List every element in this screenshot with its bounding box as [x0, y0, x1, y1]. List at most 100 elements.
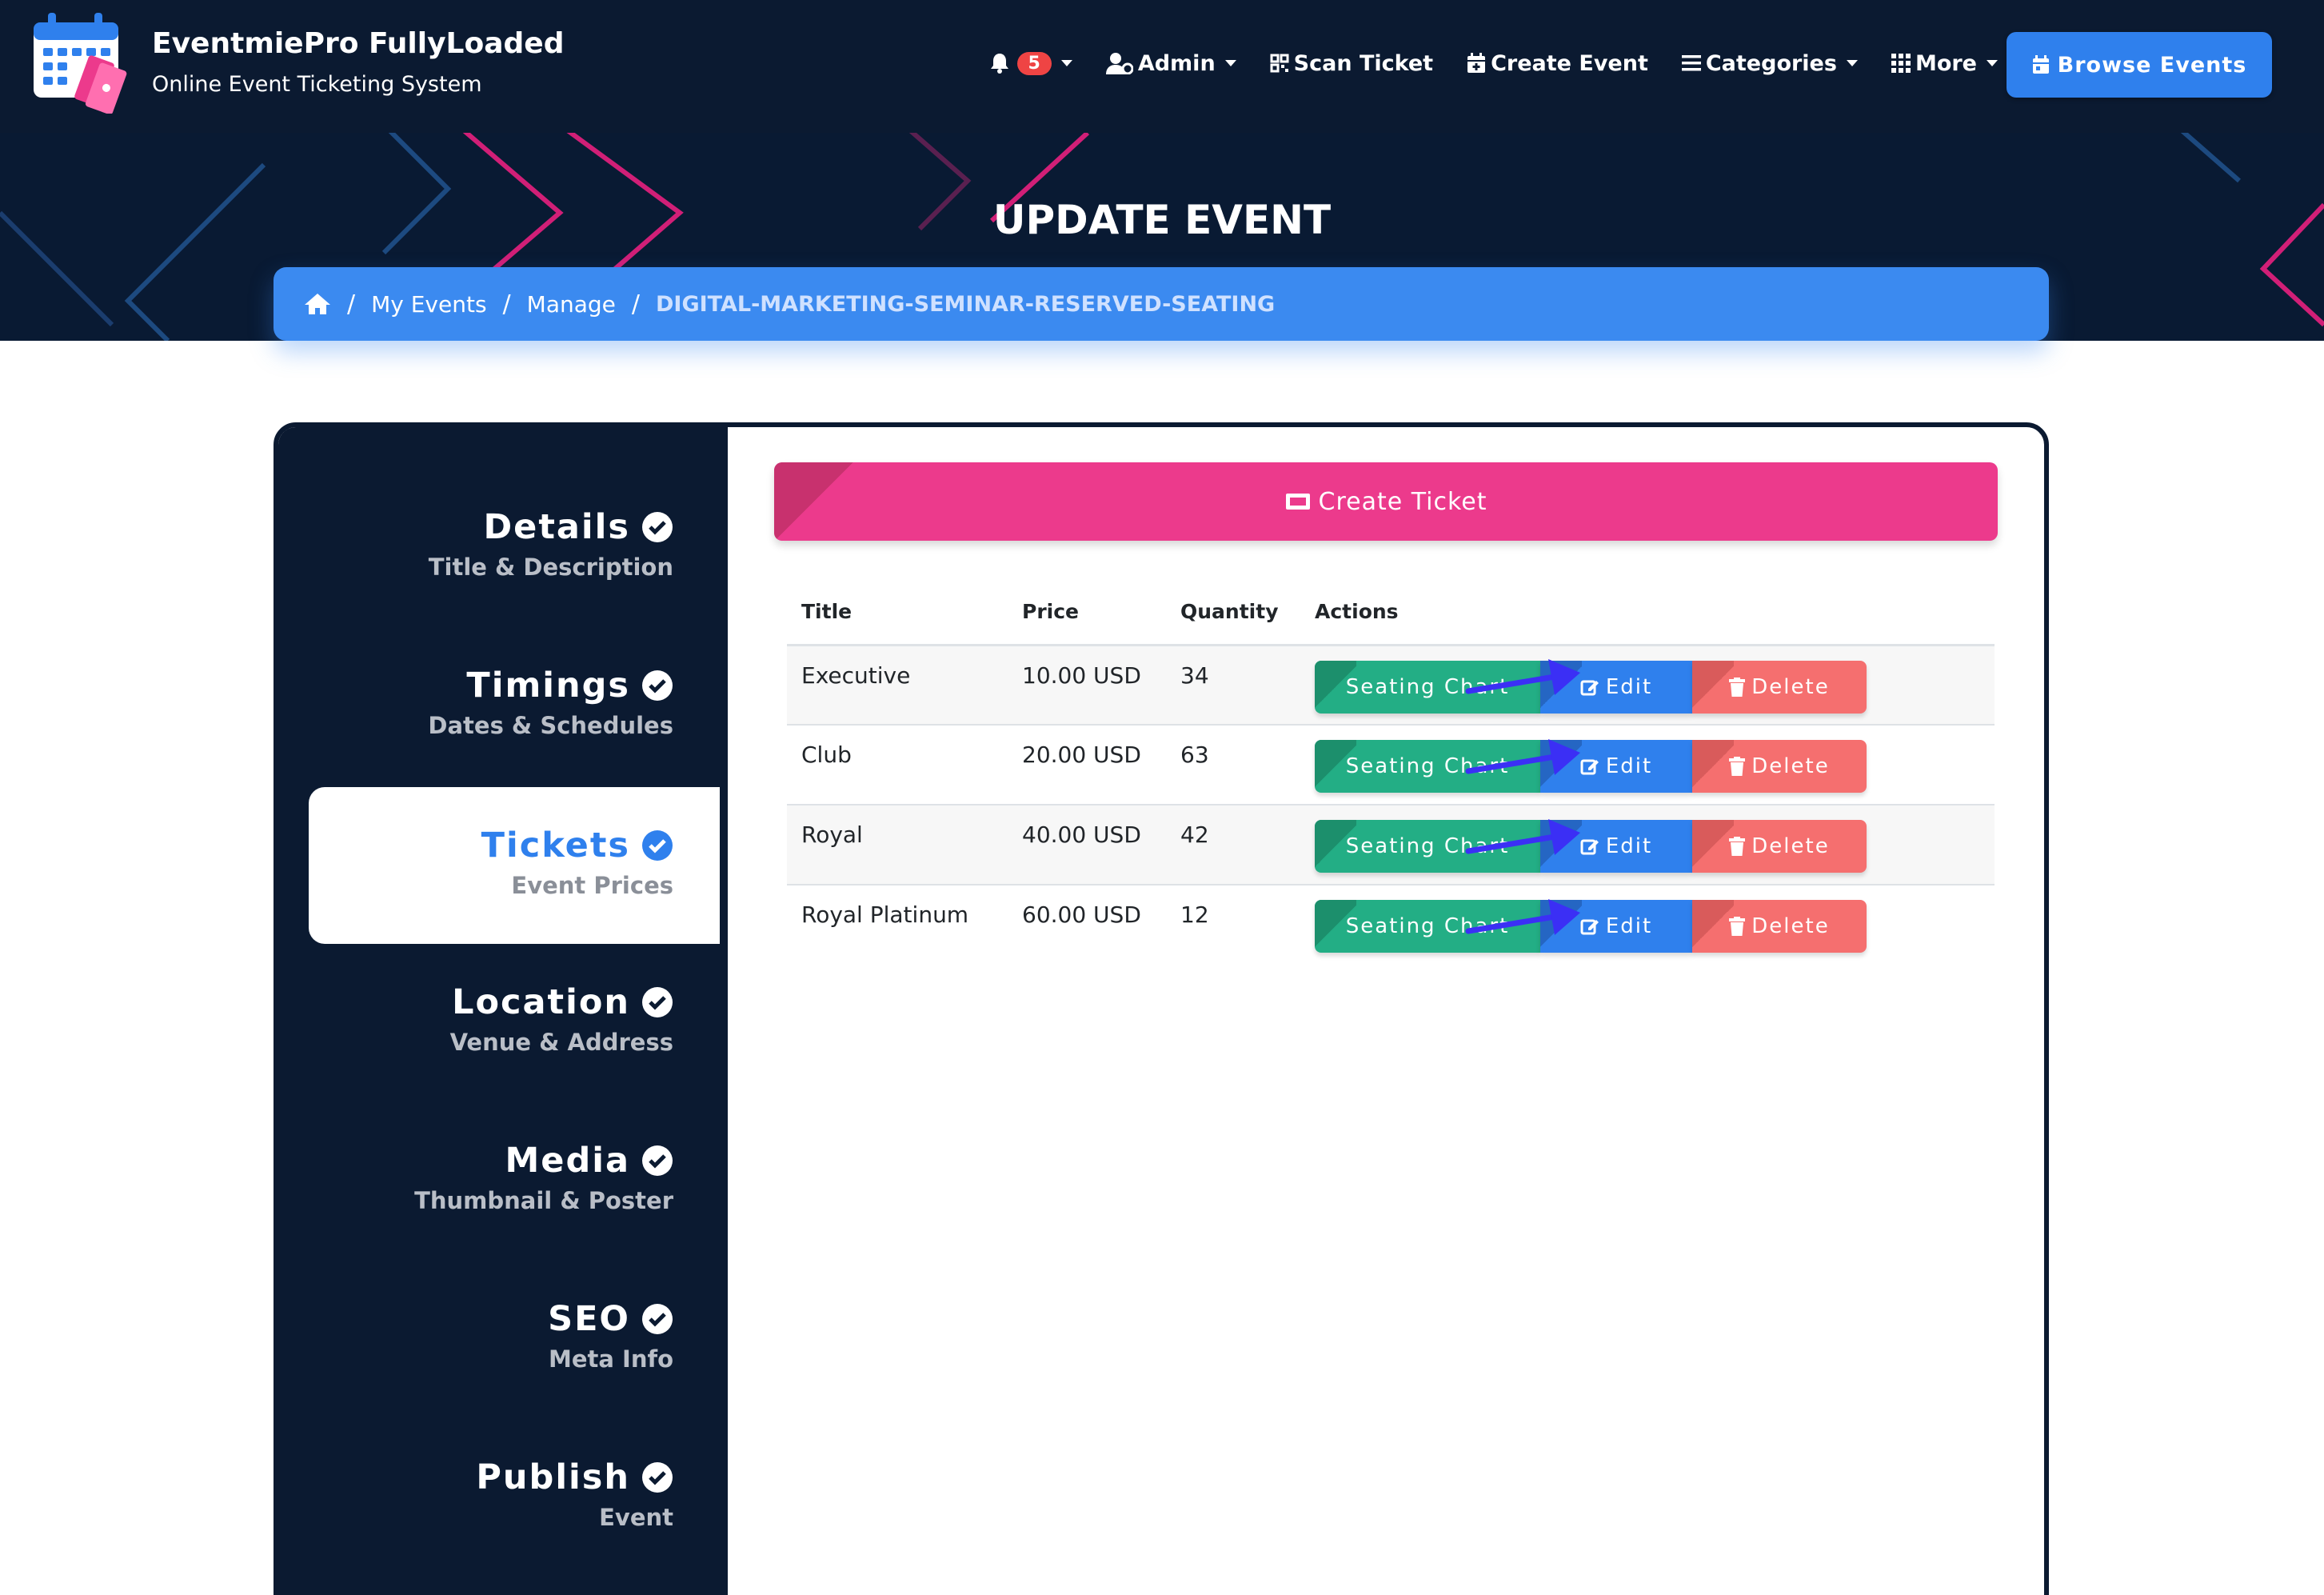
delete-label: Delete	[1751, 754, 1830, 778]
create-event-link[interactable]: Create Event	[1467, 51, 1648, 76]
create-event-label: Create Event	[1491, 50, 1648, 76]
trash-icon	[1729, 837, 1746, 856]
delete-button[interactable]: Delete	[1692, 900, 1867, 953]
breadcrumb-current-event: DIGITAL-MARKETING-SEMINAR-RESERVED-SEATI…	[656, 291, 1276, 317]
action-button-group: Seating Chart Edit Delete	[1315, 740, 1995, 793]
button-corner-accent	[1692, 660, 1734, 714]
browse-events-label: Browse Events	[2057, 52, 2247, 78]
ticket-quantity: 34	[1166, 645, 1300, 726]
browse-events-button[interactable]: Browse Events	[2007, 32, 2272, 98]
categories-label: Categories	[1705, 50, 1837, 76]
step-title: Media	[505, 1141, 630, 1181]
ticket-actions: Seating Chart Edit Delete	[1300, 885, 1995, 965]
calendar-icon	[2032, 55, 2049, 74]
annotation-arrow-icon	[1465, 659, 1580, 695]
scan-ticket-label: Scan Ticket	[1293, 50, 1434, 76]
annotation-arrow-icon	[1465, 899, 1580, 935]
button-corner-accent	[1692, 740, 1734, 793]
step-subtitle: Thumbnail & Poster	[414, 1187, 673, 1214]
step-seo[interactable]: SEO Meta Info	[309, 1299, 720, 1456]
delete-label: Delete	[1751, 834, 1830, 858]
breadcrumb-separator: /	[502, 290, 511, 318]
calendar-plus-icon	[1467, 53, 1486, 73]
column-header-title: Title	[787, 579, 1008, 646]
table-row: Royal Platinum 60.00 USD 12 Seating Char…	[787, 885, 1995, 965]
ticket-title: Royal	[787, 805, 1008, 885]
ticket-actions: Seating Chart Edit Delete	[1300, 725, 1995, 805]
step-location[interactable]: Location Venue & Address	[309, 982, 720, 1139]
trash-icon	[1729, 757, 1746, 776]
trash-icon	[1729, 917, 1746, 936]
edit-label: Edit	[1605, 834, 1653, 858]
chevron-down-icon	[1987, 60, 1998, 66]
delete-label: Delete	[1751, 914, 1830, 938]
calendar-ticket-logo-icon[interactable]	[30, 8, 133, 114]
trash-icon	[1729, 677, 1746, 697]
check-circle-icon	[642, 1145, 673, 1176]
chevron-down-icon	[1846, 60, 1858, 66]
delete-label: Delete	[1751, 674, 1830, 699]
steps-sidebar: Details Title & Description Timings Date…	[278, 427, 728, 1595]
ticket-title: Club	[787, 725, 1008, 805]
breadcrumb: / My Events / Manage / DIGITAL-MARKETING…	[274, 267, 2049, 341]
admin-label: Admin	[1137, 50, 1216, 76]
main-nav: 5 Admin Scan Ticket Create Event Categor…	[956, 46, 1998, 80]
breadcrumb-manage[interactable]: Manage	[527, 291, 616, 318]
delete-button[interactable]: Delete	[1692, 660, 1867, 714]
step-subtitle: Venue & Address	[449, 1029, 673, 1056]
step-title: Location	[452, 982, 630, 1022]
admin-dropdown[interactable]: Admin	[1105, 50, 1236, 76]
ticket-price: 10.00 USD	[1008, 645, 1166, 726]
step-publish[interactable]: Publish Event	[309, 1457, 720, 1595]
step-title: Details	[483, 507, 630, 547]
check-circle-icon	[642, 1304, 673, 1334]
tickets-panel: Create Ticket Title Price Quantity Actio…	[728, 427, 2044, 1595]
action-button-group: Seating Chart Edit Delete	[1315, 900, 1995, 953]
step-tickets[interactable]: Tickets Event Prices	[309, 787, 720, 944]
step-title: SEO	[548, 1299, 630, 1339]
qrcode-icon	[1270, 54, 1289, 73]
step-subtitle: Event Prices	[511, 872, 673, 899]
scan-ticket-link[interactable]: Scan Ticket	[1270, 51, 1433, 76]
step-media[interactable]: Media Thumbnail & Poster	[309, 1141, 720, 1297]
button-corner-accent	[1692, 820, 1734, 873]
notifications-dropdown[interactable]: 5	[990, 51, 1072, 75]
button-corner-accent	[1692, 900, 1734, 953]
create-ticket-button[interactable]: Create Ticket	[774, 462, 1998, 541]
ticket-price: 60.00 USD	[1022, 901, 1141, 928]
button-corner-accent	[774, 462, 854, 541]
home-icon[interactable]	[304, 293, 331, 315]
ticket-quantity: 42	[1166, 805, 1300, 885]
ticket-title: Executive	[787, 645, 1008, 726]
edit-label: Edit	[1605, 674, 1653, 699]
delete-button[interactable]: Delete	[1692, 820, 1867, 873]
breadcrumb-separator: /	[631, 290, 640, 318]
ticket-actions: Seating Chart Edit Delete	[1300, 805, 1995, 885]
breadcrumb-my-events[interactable]: My Events	[371, 291, 486, 318]
user-cog-icon	[1105, 53, 1133, 74]
column-header-quantity: Quantity	[1166, 579, 1300, 646]
step-subtitle: Meta Info	[548, 1345, 673, 1373]
tickets-table: Title Price Quantity Actions Executive 1…	[787, 579, 1995, 965]
more-dropdown[interactable]: More	[1891, 51, 1998, 76]
step-subtitle: Event	[599, 1504, 673, 1531]
check-circle-icon	[642, 987, 673, 1017]
table-row: Club 20.00 USD 63 Seating Chart Edit Del…	[787, 725, 1995, 805]
check-circle-icon	[642, 512, 673, 542]
ticket-title: Royal Platinum	[801, 901, 969, 928]
ticket-quantity: 12	[1180, 901, 1209, 928]
step-title: Timings	[466, 666, 630, 706]
table-row: Royal 40.00 USD 42 Seating Chart Edit De…	[787, 805, 1995, 885]
check-circle-icon	[642, 1462, 673, 1493]
edit-label: Edit	[1605, 754, 1653, 778]
check-circle-icon	[642, 670, 673, 701]
categories-dropdown[interactable]: Categories	[1681, 50, 1858, 76]
table-header-row: Title Price Quantity Actions	[787, 579, 1995, 646]
more-label: More	[1915, 50, 1977, 76]
step-details[interactable]: Details Title & Description	[309, 507, 720, 664]
bell-icon	[990, 54, 1008, 74]
brand-title[interactable]: EventmiePro FullyLoaded	[152, 27, 564, 60]
step-subtitle: Title & Description	[428, 554, 673, 581]
delete-button[interactable]: Delete	[1692, 740, 1867, 793]
ticket-price: 40.00 USD	[1008, 805, 1166, 885]
